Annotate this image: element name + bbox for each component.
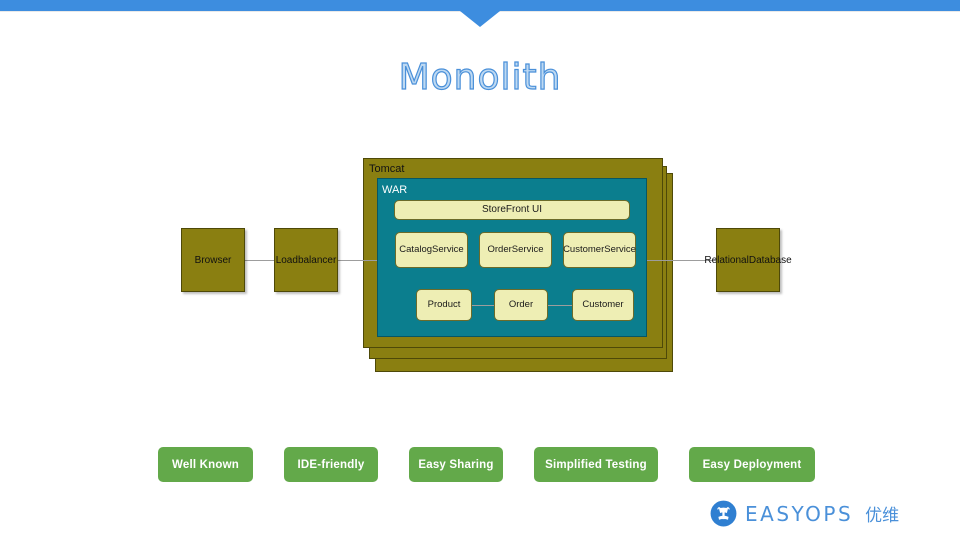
storefront-ui-box: StoreFront UI	[394, 200, 630, 220]
product-entity-box: Product	[416, 289, 472, 321]
browser-node: Browser	[181, 228, 245, 292]
connector-order-customer	[548, 305, 572, 306]
customer-entity-box: Customer	[572, 289, 634, 321]
order-service-line2: Service	[511, 244, 544, 255]
customer-service-box: Customer Service	[563, 232, 636, 268]
benefit-pill-simplified-testing[interactable]: Simplified Testing	[534, 447, 658, 482]
tomcat-label: Tomcat	[369, 163, 405, 175]
order-entity-box: Order	[494, 289, 548, 321]
benefit-pill-easy-sharing[interactable]: Easy Sharing	[409, 447, 503, 482]
load-balancer-node: Load balancer	[274, 228, 338, 292]
easyops-chinese-name: 优维	[865, 506, 900, 526]
benefit-pill-easy-deployment[interactable]: Easy Deployment	[689, 447, 815, 482]
connector-product-order	[472, 305, 494, 306]
catalog-service-line2: Service	[432, 244, 464, 255]
easyops-wordmark: EASYOPS	[745, 501, 854, 526]
catalog-service-box: Catalog Service	[395, 232, 468, 268]
database-line1: Relational	[704, 254, 749, 266]
customer-service-line2: Service	[604, 244, 636, 255]
relational-database-node: Relational Database	[704, 228, 792, 292]
connector-browser-loadbalancer	[245, 260, 274, 261]
easyops-giraffe-icon	[710, 500, 737, 527]
connector-loadbalancer-tomcat	[338, 260, 377, 261]
easyops-logo: EASYOPS 优维	[710, 500, 899, 527]
customer-service-line1: Customer	[563, 244, 605, 255]
database-line2: Database	[748, 254, 792, 266]
load-balancer-line2: balancer	[297, 254, 337, 266]
war-label: WAR	[382, 184, 408, 196]
catalog-service-line1: Catalog	[399, 244, 433, 255]
load-balancer-line1: Load	[275, 254, 298, 266]
order-service-line1: Order	[487, 244, 512, 255]
benefits-row: Well Known IDE-friendly Easy Sharing Sim…	[0, 447, 960, 483]
order-service-box: Order Service	[479, 232, 552, 268]
benefit-pill-ide-friendly[interactable]: IDE-friendly	[284, 447, 378, 482]
benefit-pill-well-known[interactable]: Well Known	[158, 447, 253, 482]
